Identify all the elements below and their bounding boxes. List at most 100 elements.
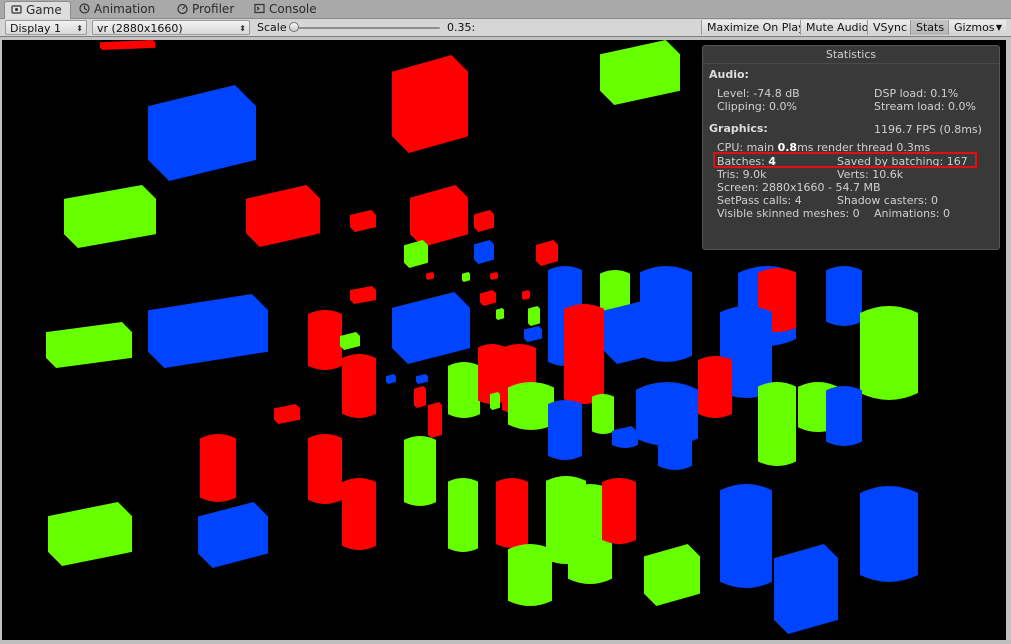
scene-cylinder	[860, 486, 918, 582]
scene-cube	[392, 292, 470, 364]
display-dropdown-value: Display 1	[10, 22, 62, 35]
scene-cube	[426, 272, 434, 280]
scene-cube	[48, 502, 132, 566]
tab-animation-label: Animation	[94, 2, 156, 16]
scene-cylinder	[758, 382, 796, 466]
scene-cube	[462, 272, 470, 282]
scale-label: Scale	[257, 21, 287, 34]
tab-console[interactable]: Console	[248, 1, 325, 18]
scene-cylinder	[508, 544, 552, 606]
scene-cube	[600, 40, 680, 105]
tris-count: Tris: 9.0k	[717, 168, 767, 181]
scene-cylinder	[496, 478, 528, 548]
game-icon	[11, 5, 22, 14]
statistics-panel: Statistics Audio: Level: -74.8 dB DSP lo…	[702, 45, 1000, 250]
scene-cylinder	[826, 386, 862, 446]
tab-console-label: Console	[269, 2, 317, 16]
scene-cube	[148, 294, 268, 368]
scene-cylinder	[448, 478, 478, 552]
dsp-load: DSP load: 0.1%	[874, 87, 959, 100]
scene-cube	[46, 322, 132, 368]
maximize-on-play-toggle[interactable]: Maximize On Play	[701, 20, 810, 35]
scene-cylinder	[720, 484, 772, 588]
scene-cylinder	[342, 478, 376, 550]
batches-highlight-box	[713, 152, 977, 168]
scene-cube	[528, 306, 540, 326]
scene-cube	[64, 185, 156, 248]
console-icon	[254, 3, 265, 14]
scene-cube	[100, 40, 155, 50]
audio-clipping: Clipping: 0.0%	[717, 100, 797, 113]
display-dropdown[interactable]: Display 1 ⬍	[5, 20, 87, 35]
scale-slider-handle[interactable]	[289, 22, 299, 32]
tab-profiler[interactable]: Profiler	[171, 1, 242, 18]
scene-cube	[524, 326, 542, 342]
profiler-icon	[177, 3, 188, 14]
scene-cube	[480, 344, 494, 370]
gizmos-dropdown[interactable]: Gizmos ▼	[948, 20, 1006, 35]
scene-cylinder	[308, 310, 342, 370]
divider	[703, 63, 999, 64]
scene-cube	[404, 240, 428, 268]
tab-profiler-label: Profiler	[192, 2, 235, 16]
game-view-toolbar: Display 1 ⬍ vr (2880x1660) ⬍ Scale 0.35:…	[0, 19, 1011, 37]
scene-cube	[428, 402, 442, 438]
scene-cylinder	[658, 426, 692, 470]
scene-cylinder	[564, 304, 604, 404]
resolution-dropdown-value: vr (2880x1660)	[97, 22, 183, 35]
audio-header: Audio:	[709, 68, 749, 81]
stream-load: Stream load: 0.0%	[874, 100, 976, 113]
scene-cube	[386, 374, 396, 384]
scene-cube	[474, 240, 494, 264]
scene-cube	[774, 544, 838, 634]
scene-cube	[644, 544, 700, 606]
scene-cube	[536, 240, 558, 266]
editor-tab-strip: Game Animation Profiler Console	[0, 0, 1011, 19]
scale-value: 0.35:	[447, 21, 476, 34]
scene-cylinder	[826, 266, 862, 326]
bottom-border	[0, 640, 1011, 644]
scene-cylinder	[592, 394, 614, 434]
scene-cube	[392, 55, 468, 153]
scene-cube	[410, 185, 468, 247]
scene-cube	[480, 290, 496, 306]
animation-icon	[79, 3, 90, 14]
scene-cylinder	[698, 356, 732, 418]
verts-count: Verts: 10.6k	[837, 168, 904, 181]
gizmos-label: Gizmos	[954, 21, 995, 34]
scene-cube	[522, 290, 530, 300]
shadow-casters: Shadow casters: 0	[837, 194, 938, 207]
vsync-toggle[interactable]: VSync	[867, 20, 913, 35]
scene-cube	[148, 85, 256, 181]
scene-cube	[198, 502, 268, 568]
mute-audio-toggle[interactable]: Mute Audio	[800, 20, 874, 35]
visible-skinned-meshes: Visible skinned meshes: 0	[717, 207, 860, 220]
scene-cylinder	[448, 362, 480, 418]
scene-cube	[246, 185, 320, 247]
scene-cube	[274, 404, 300, 424]
screen-info: Screen: 2880x1660 - 54.7 MB	[717, 181, 881, 194]
stats-toggle[interactable]: Stats	[910, 20, 950, 35]
scene-cube	[350, 286, 376, 304]
animations-count: Animations: 0	[874, 207, 951, 220]
tab-game[interactable]: Game	[4, 1, 71, 19]
tab-game-label: Game	[26, 3, 62, 17]
scene-cube	[474, 210, 494, 232]
scene-cube	[490, 272, 498, 280]
scene-cube	[496, 308, 504, 320]
tab-animation[interactable]: Animation	[73, 1, 163, 18]
scene-cylinder	[308, 434, 342, 504]
scene-cube	[340, 332, 360, 350]
scene-cylinder	[404, 436, 436, 506]
graphics-header: Graphics:	[709, 122, 768, 135]
audio-level: Level: -74.8 dB	[717, 87, 800, 100]
scene-cylinder	[860, 306, 918, 400]
fps-readout: 1196.7 FPS (0.8ms)	[874, 123, 982, 136]
scale-slider-track[interactable]	[294, 27, 440, 29]
updown-arrow-icon: ⬍	[239, 24, 246, 33]
resolution-dropdown[interactable]: vr (2880x1660) ⬍	[92, 20, 250, 35]
setpass-calls: SetPass calls: 4	[717, 194, 802, 207]
scene-cylinder	[200, 434, 236, 502]
statistics-title: Statistics	[825, 48, 877, 61]
scene-cylinder	[602, 478, 636, 544]
